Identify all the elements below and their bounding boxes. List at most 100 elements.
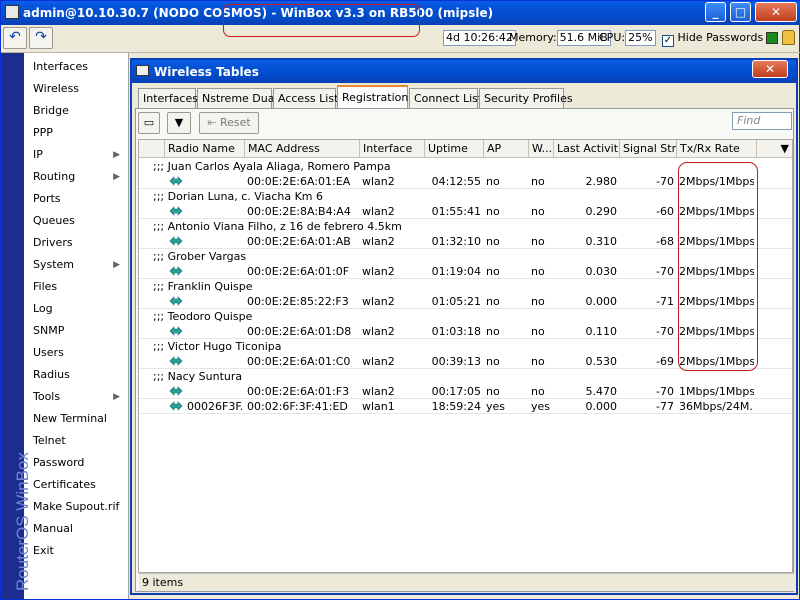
cell-rate: 2Mbps/1Mbps [679,265,754,278]
undo-button[interactable]: ↶ [3,27,27,49]
tab-nstreme-dual[interactable]: Nstreme Dual [197,88,278,109]
tab-registration[interactable]: Registration [337,85,408,109]
table-row[interactable]: 00026F3F... 00:02:6F:3F:41:ED wlan1 18:59:2… [139,399,792,414]
minimize-button[interactable]: _ [705,2,726,22]
sidebar-item-routing[interactable]: Routing ▶ [24,166,128,188]
table-row[interactable]: 00:0E:2E:6A:01:D8 wlan2 01:03:18 no no 0.110 -… [139,324,792,339]
columns-dropdown-icon[interactable]: ▼ [757,140,792,158]
table-row[interactable]: 00:0E:2E:6A:01:F3 wlan2 00:17:05 no no 5.470 -… [139,384,792,399]
table-row[interactable]: 00:0E:2E:85:22:F3 wlan2 01:05:21 no no 0.000 -… [139,294,792,309]
column-header-interface[interactable]: Interface [360,140,425,158]
sidebar-item-telnet[interactable]: Telnet [24,430,128,452]
reset-button[interactable]: ⇤ Reset [199,112,259,134]
sidebar-item-bridge[interactable]: Bridge [24,100,128,122]
cell-wds: no [531,385,545,398]
sidebar-item-radius[interactable]: Radius [24,364,128,386]
tab-access-list[interactable]: Access List [273,88,338,109]
sidebar-item-make-supout-rif[interactable]: Make Supout.rif [24,496,128,518]
sidebar-item-wireless[interactable]: Wireless [24,78,128,100]
cell-rate: 2Mbps/1Mbps [679,325,754,338]
wireless-tables-titlebar[interactable]: Wireless Tables ✕ [132,60,796,83]
column-header-mac-address[interactable]: MAC Address [245,140,360,158]
table-row[interactable]: 00:0E:2E:6A:01:C0 wlan2 00:39:13 no no 0.530 -… [139,354,792,369]
column-header-tx-rx-rate[interactable]: Tx/Rx Rate [677,140,757,158]
hide-passwords-checkbox[interactable]: ✓ [662,35,674,47]
row-comment: ;;; Antonio Viana Filho, z 16 de febrero… [153,220,402,233]
sidebar-item-label: PPP [33,126,53,139]
cell-mac: 00:0E:2E:6A:01:AB [247,235,351,248]
cell-last-activity: 0.000 [585,400,618,413]
cell-uptime: 04:12:55 [431,175,481,188]
close-button[interactable]: ✕ [755,2,797,22]
sidebar-item-ip[interactable]: IP ▶ [24,144,128,166]
winbox-app-icon [5,5,19,19]
column-header-blank [139,140,165,158]
sidebar-item-system[interactable]: System ▶ [24,254,128,276]
sidebar-item-files[interactable]: Files [24,276,128,298]
sidebar-item-manual[interactable]: Manual [24,518,128,540]
remove-button[interactable]: ▭ [138,112,160,134]
sidebar-item-ppp[interactable]: PPP [24,122,128,144]
cell-uptime: 01:19:04 [431,265,481,278]
sidebar-item-exit[interactable]: Exit [24,540,128,562]
row-comment: ;;; Victor Hugo Ticonipa [153,340,282,353]
sidebar-menu: RouterOS WinBox Interfaces Wireless Bridge… [1,53,129,599]
cell-wds: no [531,265,545,278]
uptime-readout: 4d 10:26:42 [443,30,516,47]
table-row[interactable]: 00:0E:2E:8A:B4:A4 wlan2 01:55:41 no no 0.290 -… [139,204,792,219]
sidebar-item-queues[interactable]: Queues [24,210,128,232]
column-header-last-activit[interactable]: Last Activit... [554,140,620,158]
sidebar-item-snmp[interactable]: SNMP [24,320,128,342]
column-header-signal-str[interactable]: Signal Str... [620,140,677,158]
sidebar-item-label: System [33,258,75,271]
column-header-uptime[interactable]: Uptime [425,140,484,158]
cell-rate: 2Mbps/1Mbps [679,235,754,248]
tab-security-profiles[interactable]: Security Profiles [479,88,573,109]
find-input[interactable]: Find [732,112,792,130]
sidebar-item-users[interactable]: Users [24,342,128,364]
sidebar-item-password[interactable]: Password [24,452,128,474]
sidebar-item-interfaces[interactable]: Interfaces [24,56,128,78]
cell-rate: 2Mbps/1Mbps [679,355,754,368]
column-header-ap[interactable]: AP [484,140,529,158]
sidebar-item-label: Exit [33,544,54,557]
cell-wds: no [531,325,545,338]
table-row[interactable]: 00:0E:2E:6A:01:EA wlan2 04:12:55 no no 2.980 -… [139,174,792,189]
row-comment: ;;; Juan Carlos Ayala Aliaga, Romero Pam… [153,160,391,173]
sidebar-item-certificates[interactable]: Certificates [24,474,128,496]
filter-button[interactable]: ▼ [167,112,191,134]
sidebar-item-drivers[interactable]: Drivers [24,232,128,254]
tab-connect-list[interactable]: Connect List [409,88,482,109]
sidebar-item-new-terminal[interactable]: New Terminal [24,408,128,430]
brand-strip: RouterOS WinBox [1,53,32,599]
sidebar-item-tools[interactable]: Tools ▶ [24,386,128,408]
cell-rate: 2Mbps/1Mbps [679,175,754,188]
column-header-radio-name[interactable]: Radio Name [165,140,245,158]
cell-rate: 36Mbps/24M... [679,400,754,413]
wireless-close-button[interactable]: ✕ [752,60,788,78]
cell-wds: no [531,175,545,188]
tab-interfaces[interactable]: Interfaces [138,88,198,109]
cell-uptime: 18:59:24 [431,400,481,413]
sidebar-item-label: IP [33,148,43,161]
row-comment: ;;; Nacy Suntura [153,370,243,383]
sidebar-item-label: Wireless [33,82,80,95]
column-header-w[interactable]: W... [529,140,554,158]
table-row[interactable]: 00:0E:2E:6A:01:0F wlan2 01:19:04 no no 0.030 -… [139,264,792,279]
cell-interface: wlan2 [362,175,395,188]
sidebar-item-log[interactable]: Log [24,298,128,320]
cell-uptime: 01:03:18 [431,325,481,338]
hide-passwords-toggle[interactable]: ✓ Hide Passwords [662,30,763,47]
title-bar[interactable]: admin@10.10.30.7 (NODO COSMOS) - WinBox … [1,1,800,25]
wireless-registration-icon [169,400,183,412]
redo-button[interactable]: ↷ [29,27,53,49]
sidebar-item-label: Interfaces [33,60,88,73]
sidebar-item-ports[interactable]: Ports [24,188,128,210]
table-row[interactable]: 00:0E:2E:6A:01:AB wlan2 01:32:10 no no 0.310 -… [139,234,792,249]
cell-uptime: 01:05:21 [431,295,481,308]
wireless-registration-icon [169,235,183,247]
cell-ap: no [486,205,500,218]
wireless-registration-icon [169,265,183,277]
cell-signal: -71 [656,295,674,308]
maximize-button[interactable]: □ [730,2,751,22]
